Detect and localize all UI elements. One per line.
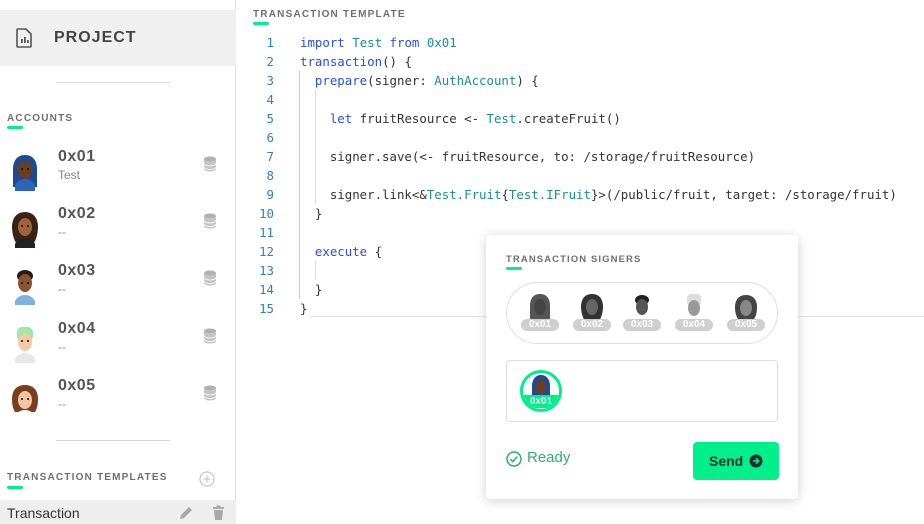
account-address: 0x03: [58, 262, 96, 279]
code-line: 6: [236, 128, 924, 147]
selected-signers-box[interactable]: 0x01: [506, 360, 778, 422]
avatar: [13, 155, 37, 191]
send-button-label: Send: [709, 453, 744, 469]
signer-tag: 0x05: [727, 319, 765, 331]
signer-tag: 0x04: [675, 319, 713, 331]
line-number: 6: [266, 130, 274, 145]
trash-icon[interactable]: [212, 505, 225, 520]
editor-heading-underline: [253, 22, 269, 25]
avatar: [15, 270, 35, 305]
line-number: 9: [266, 187, 274, 202]
line-number: 8: [266, 168, 274, 183]
project-header[interactable]: PROJECT: [0, 10, 236, 66]
avatar: [12, 212, 38, 248]
account-address: 0x02: [58, 205, 96, 222]
account-name: --: [58, 397, 66, 411]
divider: [56, 440, 170, 441]
account-name: --: [58, 282, 66, 296]
indent-guide: [299, 71, 300, 299]
line-number: 14: [259, 282, 274, 297]
transaction-signers-panel: TRANSACTION SIGNERS 0x01 0x02 0x03 0x04 …: [486, 235, 798, 499]
account-item-0x01[interactable]: 0x01 Test: [0, 148, 236, 198]
line-number: 10: [259, 206, 274, 221]
account-name: Test: [58, 168, 81, 182]
template-item-label: Transaction: [7, 505, 80, 521]
line-number: 11: [259, 225, 274, 240]
templates-heading: TRANSACTION TEMPLATES: [7, 472, 168, 483]
avatar: [15, 327, 35, 363]
document-chart-icon: [16, 28, 32, 48]
signer-option-0x02[interactable]: 0x02: [573, 293, 611, 335]
accounts-heading: ACCOUNTS: [7, 113, 74, 124]
account-address: 0x04: [58, 320, 96, 337]
check-circle-icon: [506, 451, 522, 467]
indent-guide: [315, 260, 316, 279]
add-template-icon[interactable]: [199, 471, 215, 487]
status-text: Ready: [527, 449, 571, 466]
line-number: 12: [259, 244, 274, 259]
sidebar: PROJECT ACCOUNTS 0x01 Test 0x02 -- 0x03 …: [0, 0, 236, 524]
divider: [56, 82, 170, 83]
code-line: 5 let fruitResource <- Test.createFruit(…: [236, 109, 924, 128]
account-address: 0x05: [58, 377, 96, 394]
arrow-right-circle-icon: [749, 454, 763, 468]
line-number: 5: [266, 111, 274, 126]
line-number: 3: [266, 73, 274, 88]
signer-option-0x05[interactable]: 0x05: [727, 293, 765, 335]
database-icon[interactable]: [203, 213, 217, 229]
account-address: 0x01: [58, 148, 96, 165]
signers-heading-underline: [506, 267, 522, 270]
line-number: 13: [259, 263, 274, 278]
pencil-icon[interactable]: [179, 506, 193, 520]
account-item-0x04[interactable]: 0x04 --: [0, 320, 236, 370]
accounts-heading-underline: [7, 126, 23, 129]
signer-picker: 0x01 0x02 0x03 0x04 0x05: [506, 282, 778, 344]
line-number: 7: [266, 149, 274, 164]
template-item-transaction[interactable]: Transaction: [0, 500, 236, 524]
send-button[interactable]: Send: [693, 442, 779, 480]
avatar: [12, 385, 38, 420]
indent-guide: [315, 90, 316, 204]
code-line: 3 prepare(signer: AuthAccount) {: [236, 71, 924, 90]
database-icon[interactable]: [203, 385, 217, 401]
line-number: 15: [259, 301, 274, 316]
database-icon[interactable]: [203, 328, 217, 344]
project-title: PROJECT: [54, 29, 137, 46]
signers-heading: TRANSACTION SIGNERS: [506, 254, 642, 265]
account-item-0x05[interactable]: 0x05 --: [0, 377, 236, 427]
code-line: 8: [236, 166, 924, 185]
editor-heading: TRANSACTION TEMPLATE: [253, 9, 406, 20]
signer-tag: 0x01: [521, 319, 559, 331]
line-number: 4: [266, 92, 274, 107]
account-item-0x03[interactable]: 0x03 --: [0, 262, 236, 312]
account-name: --: [58, 225, 66, 239]
signer-tag: 0x02: [573, 319, 611, 331]
database-icon[interactable]: [203, 156, 217, 172]
selected-signer-0x01[interactable]: 0x01: [520, 370, 562, 412]
code-line: 4: [236, 90, 924, 109]
account-name: --: [58, 340, 66, 354]
account-item-0x02[interactable]: 0x02 --: [0, 205, 236, 255]
signer-tag: 0x03: [623, 319, 661, 331]
code-line: 10 }: [236, 204, 924, 223]
signer-option-0x01[interactable]: 0x01: [521, 293, 559, 335]
line-number: 1: [266, 35, 274, 50]
line-number: 2: [266, 54, 274, 69]
signer-option-0x03[interactable]: 0x03: [623, 293, 661, 335]
code-line: 2 transaction() {: [236, 52, 924, 71]
code-line: 7 signer.save(<- fruitResource, to: /sto…: [236, 147, 924, 166]
code-line: 1 import Test from 0x01: [236, 33, 924, 52]
signer-option-0x04[interactable]: 0x04: [675, 293, 713, 335]
code-line: 9 signer.link<&Test.Fruit{Test.IFruit}>(…: [236, 185, 924, 204]
signer-tag: 0x01: [523, 395, 559, 408]
templates-heading-underline: [7, 486, 23, 489]
database-icon[interactable]: [203, 270, 217, 286]
